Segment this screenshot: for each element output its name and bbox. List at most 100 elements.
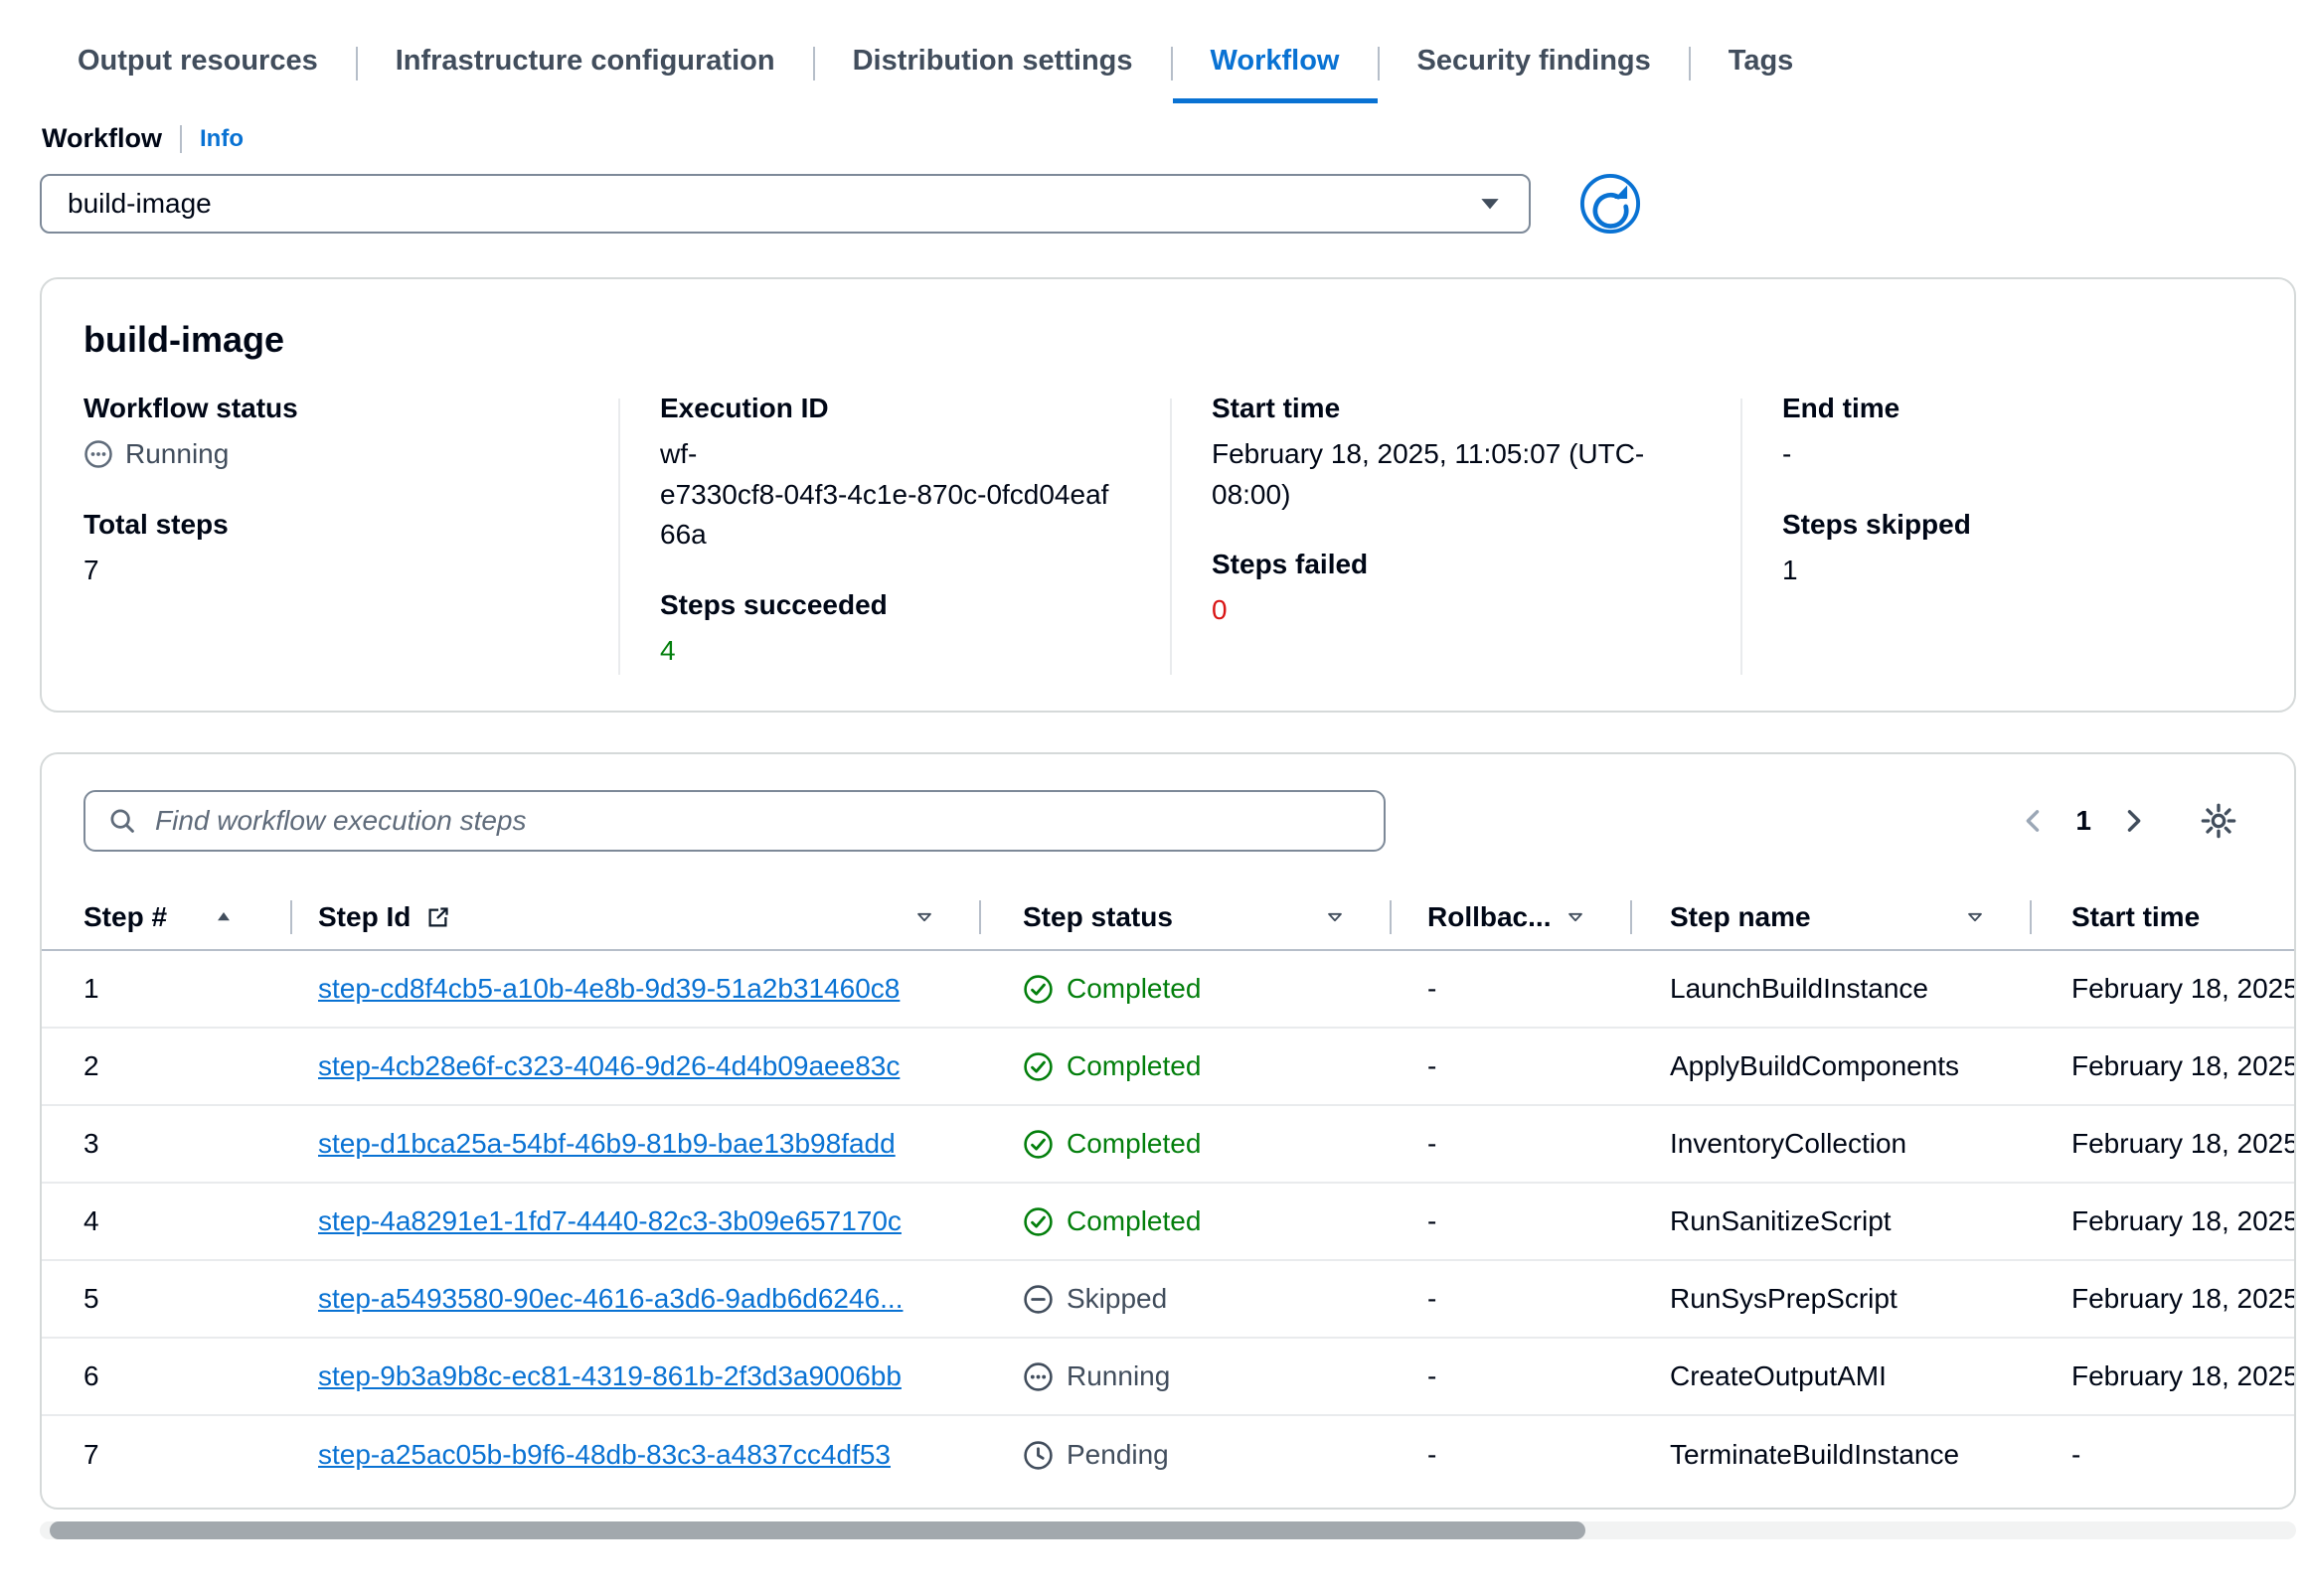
- steps-failed-field: Steps failed 0: [1212, 549, 1711, 631]
- in-progress-icon: [83, 439, 113, 469]
- summary-column-4: End time - Steps skipped 1: [1742, 393, 2294, 705]
- step-id-link[interactable]: step-4a8291e1-1fd7-4440-82c3-3b09e657170…: [318, 1205, 902, 1237]
- column-header-step-name[interactable]: Step name: [1632, 885, 2032, 949]
- steps-skipped-label: Steps skipped: [1782, 509, 2264, 541]
- workflow-status-text: Running: [125, 434, 229, 475]
- table-row: 6 step-9b3a9b8c-ec81-4319-861b-2f3d3a900…: [42, 1339, 2294, 1416]
- workflow-status-label: Workflow status: [83, 393, 588, 424]
- step-name-cell: InventoryCollection: [1632, 1106, 2032, 1182]
- tab-distribution-settings[interactable]: Distribution settings: [815, 24, 1171, 103]
- step-number-cell: 6: [42, 1339, 292, 1414]
- step-id-link[interactable]: step-9b3a9b8c-ec81-4319-861b-2f3d3a9006b…: [318, 1360, 902, 1392]
- workflow-select[interactable]: build-image: [40, 174, 1531, 234]
- workflow-status-value: Running: [83, 434, 588, 475]
- tab-output-resources[interactable]: Output resources: [40, 24, 356, 103]
- column-label: Step #: [83, 901, 167, 933]
- step-id-link[interactable]: step-a25ac05b-b9f6-48db-83c3-a4837cc4df5…: [318, 1439, 891, 1471]
- rollback-cell: -: [1392, 1339, 1632, 1414]
- steps-succeeded-value: 4: [660, 631, 1162, 672]
- info-link[interactable]: Info: [200, 125, 244, 153]
- tab-tags[interactable]: Tags: [1691, 24, 1832, 103]
- step-number-cell: 1: [42, 951, 292, 1027]
- tab-security-findings[interactable]: Security findings: [1380, 24, 1689, 103]
- check-circle-icon: [1023, 1051, 1054, 1082]
- status-badge: Skipped: [1023, 1283, 1167, 1315]
- steps-succeeded-label: Steps succeeded: [660, 589, 1162, 621]
- table-settings-button[interactable]: [2199, 798, 2244, 844]
- status-badge: Pending: [1023, 1439, 1169, 1471]
- page-number[interactable]: 1: [2075, 805, 2091, 837]
- filter-icon[interactable]: [1964, 906, 1986, 928]
- step-number-cell: 7: [42, 1416, 292, 1494]
- step-name-cell: LaunchBuildInstance: [1632, 951, 2032, 1027]
- filter-icon[interactable]: [1324, 906, 1346, 928]
- filter-icon[interactable]: [1565, 906, 1586, 928]
- column-header-step-number[interactable]: Step #: [42, 885, 292, 949]
- next-page-button[interactable]: [2111, 799, 2155, 843]
- clock-icon: [1023, 1440, 1054, 1471]
- summary-column-2: Execution ID wf- e7330cf8-04f3-4c1e-870c…: [620, 393, 1170, 705]
- step-name-cell: TerminateBuildInstance: [1632, 1416, 2032, 1494]
- summary-columns: Workflow status Running Total steps 7 Ex…: [42, 393, 2294, 705]
- summary-column-3: Start time February 18, 2025, 11:05:07 (…: [1172, 393, 1740, 705]
- table-row: 4 step-4a8291e1-1fd7-4440-82c3-3b09e6571…: [42, 1184, 2294, 1261]
- column-header-start-time[interactable]: Start time: [2032, 885, 2294, 949]
- step-id-link[interactable]: step-cd8f4cb5-a10b-4e8b-9d39-51a2b31460c…: [318, 973, 900, 1005]
- check-circle-icon: [1023, 1129, 1054, 1160]
- column-label: Step status: [1023, 901, 1173, 933]
- status-text: Completed: [1067, 973, 1201, 1005]
- start-time-cell: February 18, 2025,: [2032, 1106, 2294, 1182]
- end-time-value: -: [1782, 434, 2264, 475]
- total-steps-value: 7: [83, 551, 588, 591]
- status-text: Pending: [1067, 1439, 1169, 1471]
- sort-ascending-icon: [213, 906, 235, 928]
- previous-page-button[interactable]: [2012, 799, 2056, 843]
- column-label: Start time: [2071, 901, 2200, 933]
- table-row: 3 step-d1bca25a-54bf-46b9-81b9-bae13b98f…: [42, 1106, 2294, 1184]
- column-header-step-status[interactable]: Step status: [981, 885, 1392, 949]
- column-label: Rollbac...: [1427, 901, 1551, 933]
- column-label: Step Id: [318, 901, 411, 933]
- steps-skipped-field: Steps skipped 1: [1782, 509, 2264, 591]
- status-text: Completed: [1067, 1205, 1201, 1237]
- end-time-field: End time -: [1782, 393, 2264, 475]
- step-name-cell: CreateOutputAMI: [1632, 1339, 2032, 1414]
- status-text: Running: [1067, 1360, 1170, 1392]
- table-row: 5 step-a5493580-90ec-4616-a3d6-9adb6d624…: [42, 1261, 2294, 1339]
- filter-icon[interactable]: [913, 906, 935, 928]
- step-id-link[interactable]: step-d1bca25a-54bf-46b9-81b9-bae13b98fad…: [318, 1128, 896, 1160]
- gear-icon: [2199, 801, 2238, 841]
- summary-column-1: Workflow status Running Total steps 7: [42, 393, 618, 705]
- steps-succeeded-field: Steps succeeded 4: [660, 589, 1162, 672]
- check-circle-icon: [1023, 974, 1054, 1005]
- step-number-cell: 4: [42, 1184, 292, 1259]
- chevron-left-icon: [2017, 804, 2051, 838]
- step-id-link[interactable]: step-4cb28e6f-c323-4046-9d26-4d4b09aee83…: [318, 1050, 900, 1082]
- horizontal-scrollbar-track[interactable]: [40, 1521, 2296, 1539]
- search-box[interactable]: [83, 790, 1386, 852]
- steps-failed-value: 0: [1212, 590, 1711, 631]
- tab-infrastructure-configuration[interactable]: Infrastructure configuration: [358, 24, 813, 103]
- start-time-field: Start time February 18, 2025, 11:05:07 (…: [1212, 393, 1711, 515]
- end-time-label: End time: [1782, 393, 2264, 424]
- steps-skipped-value: 1: [1782, 551, 2264, 591]
- tab-workflow[interactable]: Workflow: [1173, 24, 1378, 103]
- search-input[interactable]: [153, 804, 1362, 838]
- table-row: 2 step-4cb28e6f-c323-4046-9d26-4d4b09aee…: [42, 1029, 2294, 1106]
- table-row: 7 step-a25ac05b-b9f6-48db-83c3-a4837cc4d…: [42, 1416, 2294, 1494]
- column-header-step-id[interactable]: Step Id: [292, 885, 981, 949]
- check-circle-icon: [1023, 1206, 1054, 1237]
- minus-circle-icon: [1023, 1284, 1054, 1315]
- horizontal-scrollbar-thumb[interactable]: [50, 1521, 1585, 1539]
- step-name-cell: ApplyBuildComponents: [1632, 1029, 2032, 1104]
- total-steps-label: Total steps: [83, 509, 588, 541]
- start-time-cell: February 18, 2025,: [2032, 1029, 2294, 1104]
- start-time-cell: February 18, 2025,: [2032, 1339, 2294, 1414]
- status-badge: Running: [1023, 1360, 1170, 1392]
- column-header-rollback[interactable]: Rollbac...: [1392, 885, 1632, 949]
- workflow-page: Output resources Infrastructure configur…: [0, 0, 2310, 1539]
- refresh-button[interactable]: [1578, 172, 1642, 236]
- step-id-link[interactable]: step-a5493580-90ec-4616-a3d6-9adb6d6246.…: [318, 1283, 903, 1315]
- status-badge: Completed: [1023, 973, 1201, 1005]
- status-badge: Completed: [1023, 1128, 1201, 1160]
